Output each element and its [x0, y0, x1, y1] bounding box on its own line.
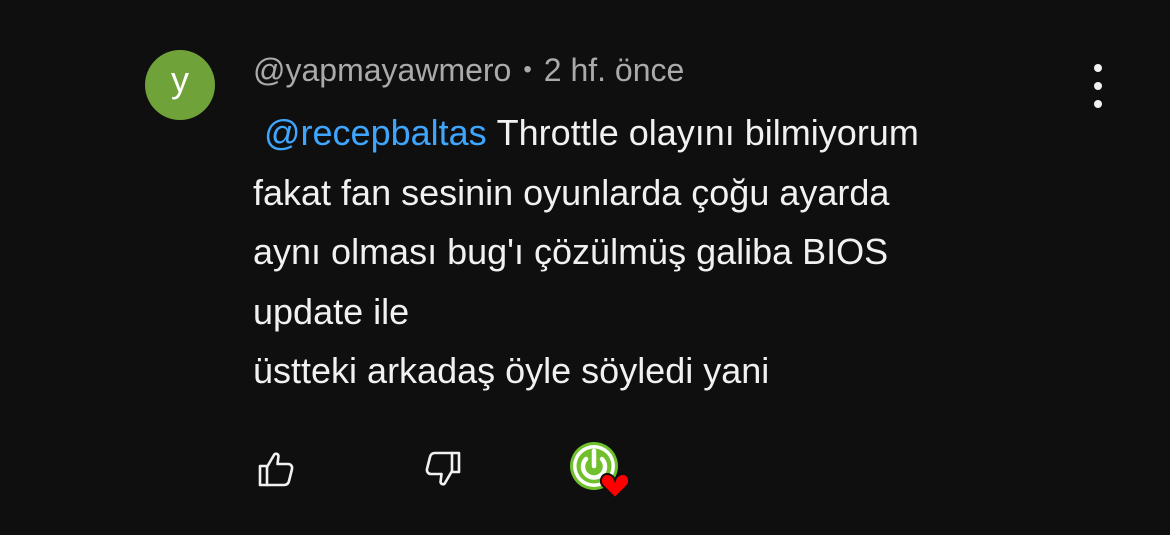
comment-item: y @yapmayawmero • 2 hf. önce @recepbaltas T…: [0, 0, 1170, 535]
more-vertical-icon: [1094, 64, 1102, 72]
thumbs-up-icon: [258, 452, 294, 487]
comment-text-line-5: üstteki arkadaş öyle söyledi yani: [253, 350, 770, 391]
comment-line: @recepbaltas Throttle olayını bilmiyorum: [253, 103, 1093, 163]
mention-link[interactable]: @recepbaltas: [264, 112, 487, 153]
more-vertical-icon: [1094, 82, 1102, 90]
comment-text-line-1: Throttle olayını bilmiyorum: [496, 112, 919, 153]
thumbs-down-icon: [425, 451, 461, 486]
comment-text-line-4: update ile: [253, 290, 410, 332]
more-options-button[interactable]: [1080, 64, 1116, 108]
avatar[interactable]: y: [145, 50, 215, 120]
more-vertical-icon: [1094, 100, 1102, 108]
separator-dot: •: [523, 56, 532, 83]
creator-heart-icon: [570, 442, 631, 500]
timestamp[interactable]: 2 hf. önce: [544, 52, 685, 88]
dislike-button[interactable]: [420, 446, 466, 492]
author-name[interactable]: @yapmayawmero: [253, 52, 511, 88]
like-button[interactable]: [253, 446, 299, 492]
comment-header: @yapmayawmero • 2 hf. önce: [253, 52, 684, 89]
comment-text-line-3: aynı olması bug'ı çözülmüş galiba BIOS: [253, 231, 889, 272]
comment-text-line-2: fakat fan sesinin oyunlarda çoğu ayarda: [253, 171, 890, 213]
comment-text: @recepbaltas Throttle olayını bilmiyorum …: [253, 103, 1093, 401]
avatar-letter: y: [171, 59, 189, 100]
creator-heart-badge[interactable]: [567, 440, 633, 502]
